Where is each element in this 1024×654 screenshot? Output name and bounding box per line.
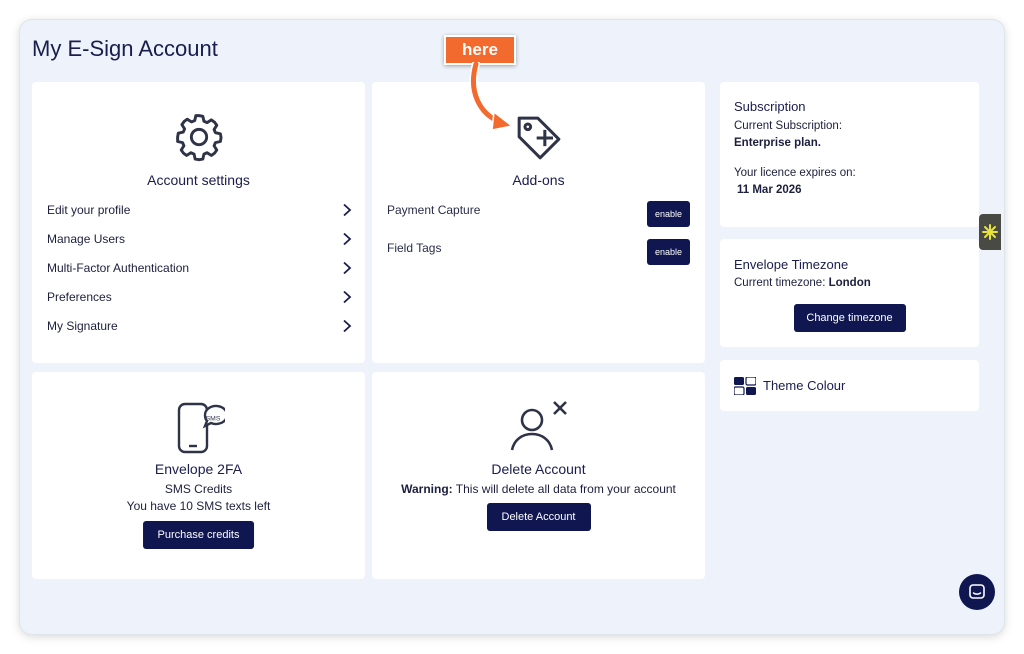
addon-payment-capture-label: Payment Capture <box>387 203 481 217</box>
warning-text: This will delete all data from your acco… <box>452 482 676 496</box>
envelope-2fa-title: Envelope 2FA <box>154 461 243 477</box>
subscription-card: Subscription Current Subscription: Enter… <box>720 82 979 227</box>
delete-account-button[interactable]: Delete Account <box>486 503 591 531</box>
delete-account-card: Delete Account Warning: This will delete… <box>372 372 705 579</box>
chevron-right-icon <box>343 261 352 275</box>
delete-account-title: Delete Account <box>491 461 586 477</box>
chat-launcher-button[interactable] <box>959 574 995 610</box>
menu-item-label: Multi-Factor Authentication <box>47 261 190 275</box>
current-timezone-value: London <box>828 277 871 289</box>
sparkle-icon <box>982 224 998 240</box>
menu-item-label: My Signature <box>47 319 118 333</box>
menu-item-my-signature[interactable]: My Signature <box>47 315 353 337</box>
page-title: My E-Sign Account <box>32 36 218 61</box>
here-annotation: here <box>444 35 516 65</box>
user-remove-icon <box>510 401 567 451</box>
gear-icon <box>175 114 223 162</box>
sms-icon-text: SMS <box>205 415 220 422</box>
envelope-2fa-card: SMS Envelope 2FA SMS Credits You have 10… <box>32 372 365 579</box>
sms-credits-remaining: You have 10 SMS texts left <box>126 499 271 513</box>
enable-payment-capture-button[interactable]: enable <box>647 201 690 227</box>
theme-palette-icon <box>734 377 756 395</box>
delete-warning: Warning: This will delete all data from … <box>372 482 705 496</box>
purchase-credits-button[interactable]: Purchase credits <box>142 521 255 549</box>
annotation-arrow-icon <box>469 62 514 131</box>
menu-item-manage-users[interactable]: Manage Users <box>47 228 353 250</box>
feedback-side-tab[interactable] <box>979 214 1001 250</box>
phone-sms-icon: SMS <box>177 402 225 454</box>
current-timezone: Current timezone: London <box>734 277 871 289</box>
chat-icon <box>969 584 985 599</box>
menu-item-preferences[interactable]: Preferences <box>47 286 353 308</box>
licence-expiry-label: Your licence expires on: <box>734 167 856 179</box>
menu-item-label: Manage Users <box>47 232 126 246</box>
warning-label: Warning: <box>401 482 453 496</box>
menu-item-label: Preferences <box>47 290 112 304</box>
enable-field-tags-button[interactable]: enable <box>647 239 690 265</box>
account-settings-title: Account settings <box>147 172 250 188</box>
menu-item-label: Edit your profile <box>47 203 131 217</box>
chevron-right-icon <box>343 232 352 246</box>
menu-item-mfa[interactable]: Multi-Factor Authentication <box>47 257 353 279</box>
addon-field-tags-label: Field Tags <box>387 241 442 255</box>
chevron-right-icon <box>343 319 352 333</box>
subscription-title: Subscription <box>734 99 806 114</box>
theme-colour-title: Theme Colour <box>763 378 846 393</box>
theme-colour-card[interactable]: Theme Colour <box>720 360 979 411</box>
sms-credits-label: SMS Credits <box>164 482 233 496</box>
current-subscription-label: Current Subscription: <box>734 120 843 132</box>
current-subscription-value: Enterprise plan. <box>734 137 821 149</box>
chevron-right-icon <box>343 290 352 304</box>
current-timezone-label: Current timezone: <box>734 277 826 289</box>
chevron-right-icon <box>343 203 352 217</box>
menu-item-edit-profile[interactable]: Edit your profile <box>47 199 353 221</box>
timezone-card: Envelope Timezone Current timezone: Lond… <box>720 239 979 347</box>
change-timezone-button[interactable]: Change timezone <box>793 304 906 332</box>
addons-title: Add-ons <box>512 172 565 188</box>
timezone-title: Envelope Timezone <box>734 257 849 272</box>
licence-expiry-value: 11 Mar 2026 <box>737 184 802 196</box>
account-settings-card: Account settings Edit your profile Manag… <box>32 82 365 363</box>
addons-card: Add-ons Payment Capture enable Field Tag… <box>372 82 705 363</box>
